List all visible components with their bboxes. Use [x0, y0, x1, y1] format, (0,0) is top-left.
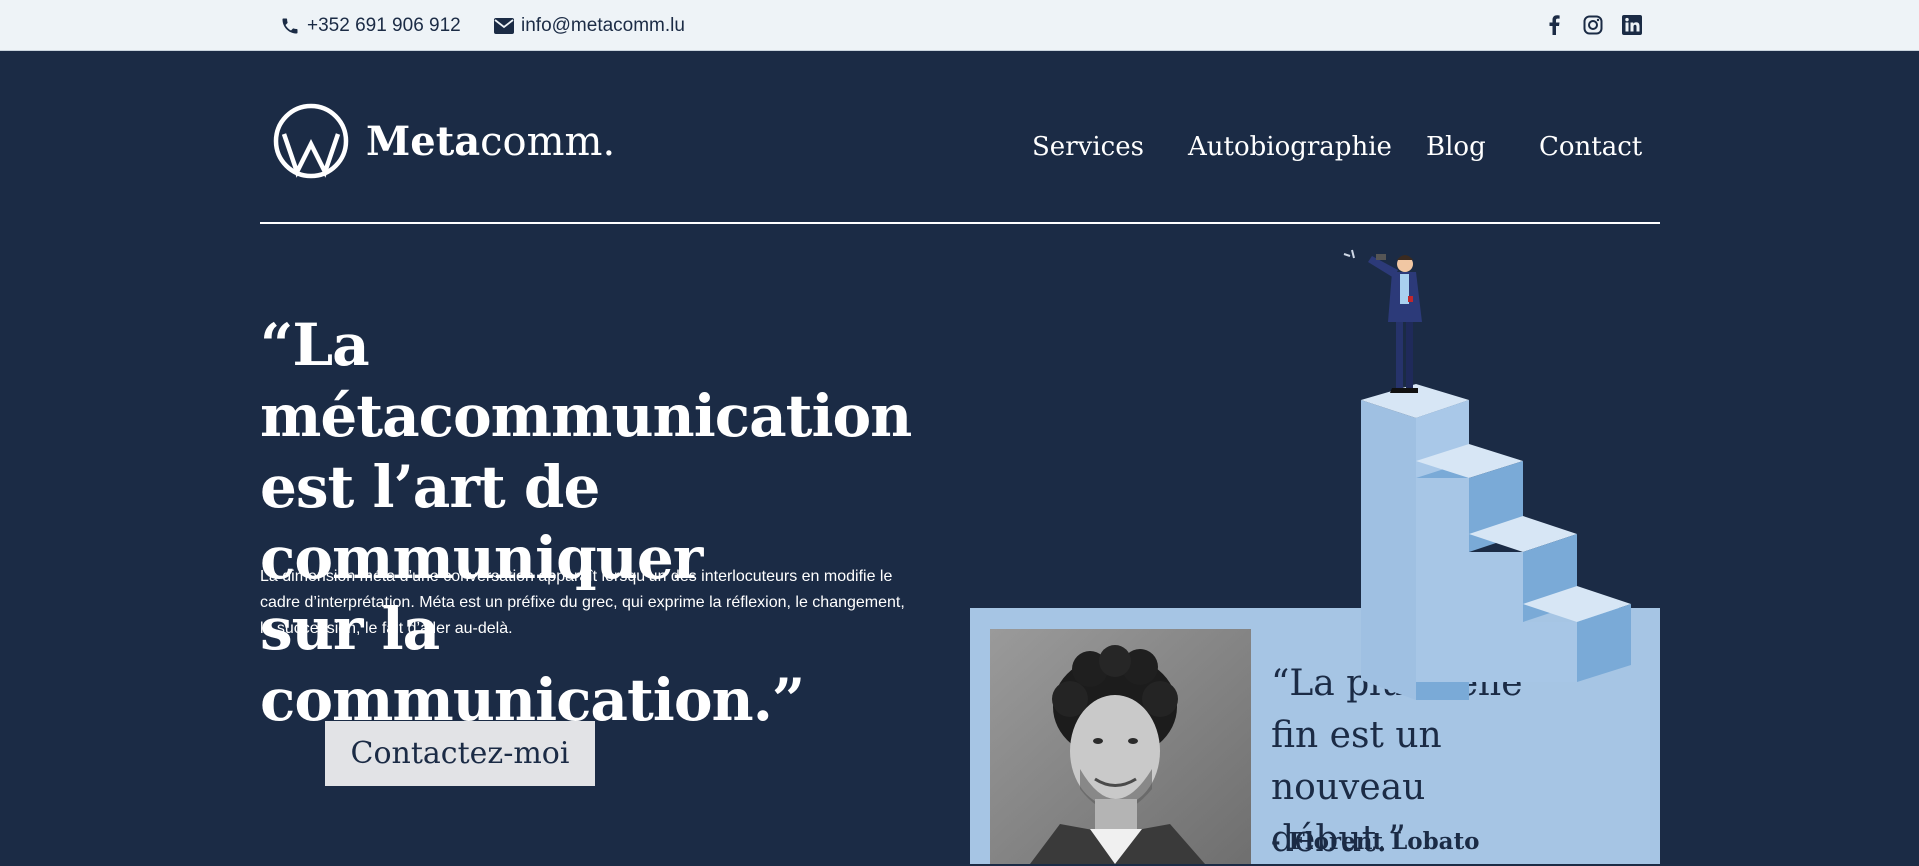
stairs-illustration: [1343, 249, 1631, 700]
person-figure: [1343, 249, 1422, 393]
